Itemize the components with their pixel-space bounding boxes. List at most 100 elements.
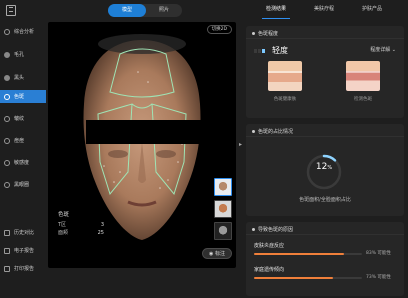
tab-detection-result[interactable]: 检测结果: [254, 0, 298, 22]
thumbnail-uv-light[interactable]: [214, 222, 232, 240]
sidebar-item-label: 综合分析: [14, 29, 35, 35]
cause-item: 家庭遗传倾向 73% 可能性: [254, 266, 396, 280]
legend-label: 面颊: [58, 230, 69, 236]
card-title-text: 色斑程度: [258, 31, 279, 37]
spot-ratio-card: 色斑的占比情况 12% 色斑面积/全脸面积占比: [246, 124, 404, 216]
spot-icon: [4, 93, 10, 100]
sidebar-item-pores[interactable]: 毛孔: [0, 48, 46, 61]
print-report-button[interactable]: 打印报告: [4, 263, 48, 274]
cause-bar-fill: [254, 277, 333, 279]
view-thumbnails: [214, 178, 232, 244]
cause-name: 皮肤炎症反应: [254, 243, 285, 249]
sidebar-item-label: 痘痘: [14, 138, 25, 144]
util-label: 电子报告: [14, 248, 35, 254]
annotate-label: 标注: [214, 251, 225, 257]
legend-value: 3: [100, 222, 104, 228]
pore-icon: [4, 51, 10, 58]
legend-title: 色斑: [58, 212, 70, 218]
ratio-value: 12%: [304, 162, 344, 172]
app-window: 模型 照片 检测结果 美肤疗程 护肤产品 综合分析 毛孔 黑头 色斑 皱纹 痘痘…: [0, 0, 408, 298]
spot-legend: 色斑 T区 3 面颊 25: [58, 210, 104, 237]
divider: [246, 234, 404, 235]
sidebar-item-sensitivity[interactable]: 敏感度: [0, 156, 46, 169]
detected-spot-caption: 检测色斑: [354, 97, 372, 102]
sidebar: 综合分析 毛孔 黑头 色斑 皱纹 痘痘 敏感度 黑眼圈: [0, 22, 46, 298]
view-tab-switch: 模型 照片: [108, 4, 182, 17]
report-icon: [4, 247, 10, 254]
thumbnail-standard-light[interactable]: [214, 178, 232, 196]
ratio-caption: 色斑面积/全脸面积占比: [299, 197, 351, 203]
sidebar-item-blackheads[interactable]: 黑头: [0, 71, 46, 84]
dropdown-label: 程度详解: [370, 47, 391, 53]
degree-level-indicator: [254, 49, 266, 53]
card-title: 色斑的占比情况: [252, 128, 293, 135]
bullet-icon: [252, 32, 255, 35]
acne-icon: [4, 137, 10, 144]
ratio-number: 12: [315, 162, 328, 172]
thumbnail-polarized-light[interactable]: [214, 200, 232, 218]
legend-row: T区 3: [58, 221, 104, 229]
tab-beauty-treatment[interactable]: 美肤疗程: [302, 0, 346, 22]
tab-model[interactable]: 模型: [108, 4, 146, 17]
sidebar-item-dark-circles[interactable]: 黑眼圈: [0, 178, 46, 191]
cause-item: 皮肤炎症反应 83% 可能性: [254, 242, 396, 256]
card-title-text: 导致色斑的原因: [258, 227, 294, 233]
cause-percent: 73% 可能性: [366, 275, 391, 280]
legend-label: T区: [58, 222, 67, 228]
ratio-unit: %: [327, 165, 333, 171]
sidebar-item-acne[interactable]: 痘痘: [0, 134, 46, 147]
cause-bar-track: [254, 253, 362, 255]
compare-icon: [4, 229, 10, 236]
util-label: 打印报告: [14, 266, 35, 272]
detected-spot-illustration: [346, 61, 380, 91]
redaction-bar: [86, 120, 204, 144]
annotate-button[interactable]: ◉ 标注: [202, 248, 232, 259]
sidebar-item-label: 毛孔: [14, 52, 25, 58]
bullet-icon: [252, 228, 255, 231]
blackhead-icon: [4, 74, 10, 81]
sensitivity-icon: [4, 159, 10, 166]
ratio-ring: [306, 154, 342, 190]
sidebar-item-wrinkles[interactable]: 皱纹: [0, 112, 46, 125]
sidebar-item-label: 黑眼圈: [14, 182, 30, 188]
degree-detail-dropdown[interactable]: 程度详解 ⌄: [370, 46, 396, 53]
result-tabs: 检测结果 美肤疗程 护肤产品: [246, 0, 408, 22]
sidebar-item-label: 色斑: [14, 94, 25, 100]
collapse-panel-arrow-icon[interactable]: ▸: [239, 140, 244, 150]
healthy-skin-caption: 色斑健康肤: [273, 97, 297, 102]
bullet-icon: [252, 130, 255, 133]
sidebar-item-label: 敏感度: [14, 160, 30, 166]
chevron-down-icon: ⌄: [391, 47, 396, 53]
legend-row: 面颊 25: [58, 229, 104, 237]
divider: [246, 38, 404, 39]
healthy-skin-illustration: [268, 61, 302, 91]
card-title-text: 色斑的占比情况: [258, 129, 294, 135]
sidebar-item-label: 皱纹: [14, 116, 25, 122]
tab-photo[interactable]: 照片: [146, 4, 182, 17]
sidebar-item-spots[interactable]: 色斑: [0, 90, 46, 103]
print-icon: [4, 265, 10, 272]
face-scan-viewer[interactable]: 切换2D 色斑 T区 3 面颊 25 ◉ 标注: [48, 22, 236, 268]
wrinkle-icon: [4, 115, 10, 122]
analysis-icon: [4, 28, 10, 35]
divider: [246, 136, 404, 137]
cause-percent: 83% 可能性: [366, 251, 391, 256]
spot-degree-card: 色斑程度 轻度 程度详解 ⌄ 色斑健康肤 检测色斑: [246, 26, 404, 118]
sidebar-item-analysis[interactable]: 综合分析: [0, 25, 46, 38]
card-title: 色斑程度: [252, 30, 278, 37]
history-compare-button[interactable]: 历史对比: [4, 227, 48, 238]
tab-skincare-products[interactable]: 护肤产品: [350, 0, 394, 22]
degree-label: 轻度: [272, 46, 288, 55]
cause-bar-track: [254, 277, 362, 279]
dark-circle-icon: [4, 181, 10, 188]
e-report-button[interactable]: 电子报告: [4, 245, 48, 256]
cause-name: 家庭遗传倾向: [254, 267, 285, 273]
app-logo-icon: [6, 5, 16, 16]
spot-causes-card: 导致色斑的原因 皮肤炎症反应 83% 可能性 家庭遗传倾向 73% 可能性: [246, 222, 404, 296]
card-title: 导致色斑的原因: [252, 226, 293, 233]
top-bar: 模型 照片 检测结果 美肤疗程 护肤产品: [0, 0, 408, 22]
switch-2d-button[interactable]: 切换2D: [206, 25, 232, 34]
cause-bar-fill: [254, 253, 344, 255]
sidebar-item-label: 黑头: [14, 75, 25, 81]
util-label: 历史对比: [14, 230, 35, 236]
